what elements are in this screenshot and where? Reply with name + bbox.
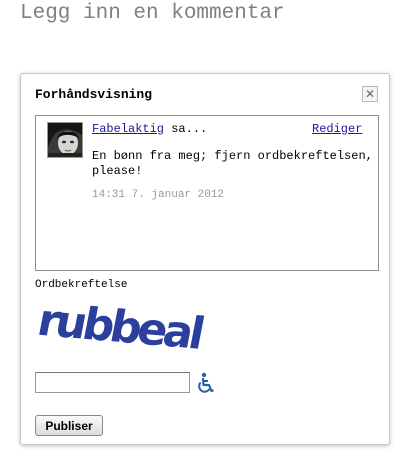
- says-text: sa...: [164, 122, 208, 136]
- comment-timestamp: 14:31 7. januar 2012: [92, 189, 225, 201]
- comment-header: Fabelaktig sa...: [92, 122, 207, 136]
- preview-dialog: Forhåndsvisning ✕ Fabelaktig sa... Redig…: [20, 73, 390, 445]
- edit-link[interactable]: Rediger: [312, 122, 362, 136]
- comment-body: En bønn fra meg; fjern ordbekreftelsen, …: [92, 149, 373, 178]
- user-avatar-icon: [48, 123, 82, 157]
- publish-button[interactable]: Publiser: [35, 415, 103, 436]
- comment-preview: Fabelaktig sa... Rediger En bønn fra meg…: [35, 115, 379, 271]
- author-link[interactable]: Fabelaktig: [92, 122, 164, 136]
- close-icon[interactable]: ✕: [362, 86, 378, 102]
- dialog-title: Forhåndsvisning: [35, 87, 153, 102]
- page-heading: Legg inn en kommentar: [20, 2, 285, 25]
- captcha-image: rubbeal: [37, 299, 231, 359]
- captcha-label: Ordbekreftelse: [35, 279, 128, 291]
- wheelchair-icon[interactable]: [196, 372, 216, 394]
- avatar: [47, 122, 83, 158]
- captcha-input[interactable]: [35, 372, 190, 393]
